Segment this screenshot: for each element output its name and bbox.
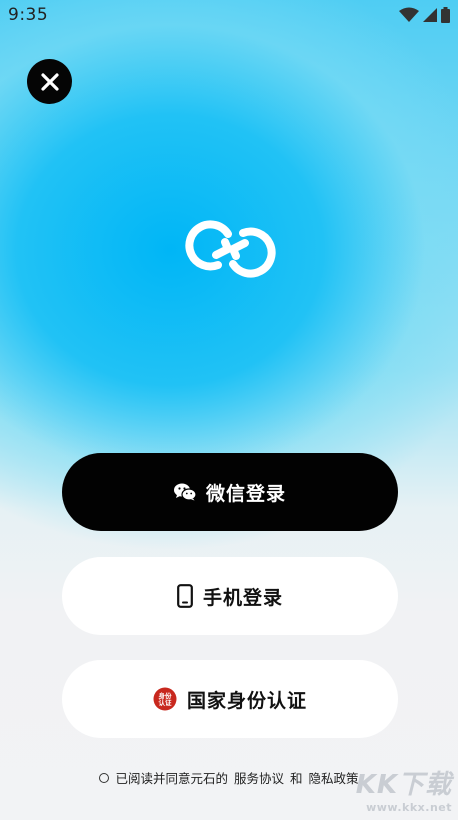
agreement-conjunction: 和 (290, 771, 303, 786)
privacy-policy-link[interactable]: 隐私政策 (309, 768, 359, 787)
phone-login-label: 手机登录 (202, 586, 283, 609)
national-id-auth-button[interactable]: 身份 认证 国家身份认证 (62, 660, 398, 738)
mobile-phone-icon (177, 584, 193, 608)
close-icon (40, 72, 59, 91)
agreement-checkbox[interactable] (99, 772, 110, 783)
id-badge-text-bottom: 认证 (158, 698, 172, 707)
national-id-auth-label: 国家身份认证 (186, 689, 307, 712)
app-logo-icon (185, 220, 276, 278)
status-icons (399, 7, 450, 23)
close-button[interactable] (27, 59, 72, 104)
watermark-url: www.kkx.net (366, 801, 452, 814)
phone-login-button[interactable]: 手机登录 (62, 557, 398, 635)
cellular-signal-icon (423, 8, 437, 22)
agreement-prefix: 已阅读并同意元石的 (115, 771, 228, 786)
battery-icon (441, 7, 450, 23)
service-agreement-link[interactable]: 服务协议 (234, 768, 284, 787)
wechat-icon (173, 483, 196, 501)
wifi-icon (399, 7, 419, 22)
watermark: KK下载 www.kkx.net (356, 764, 452, 814)
national-id-badge-icon: 身份 认证 (153, 687, 177, 711)
watermark-main: KK下载 (355, 770, 452, 800)
wechat-login-label: 微信登录 (205, 482, 286, 505)
status-time: 9:35 (8, 5, 49, 25)
wechat-login-button[interactable]: 微信登录 (62, 453, 398, 531)
status-bar: 9:35 (0, 0, 458, 30)
